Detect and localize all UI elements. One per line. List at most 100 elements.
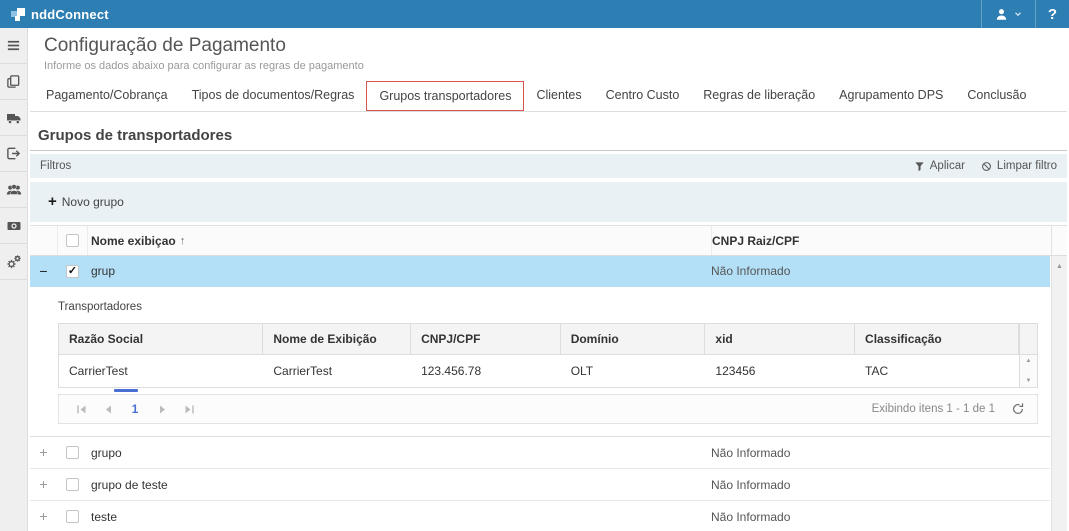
wizard-tabs: Pagamento/Cobrança Tipos de documentos/R…: [30, 81, 1067, 112]
vertical-scrollbar[interactable]: ▲: [1051, 256, 1067, 531]
new-group-label: Novo grupo: [62, 195, 124, 209]
row-checkbox-checked[interactable]: ✓: [66, 265, 79, 278]
col-razao-social[interactable]: Razão Social: [59, 324, 263, 354]
apply-filter-label: Aplicar: [930, 160, 965, 172]
row-checkbox[interactable]: [66, 510, 79, 523]
tab-conclusao[interactable]: Conclusão: [955, 81, 1038, 111]
header-nome-label: Nome exibiçao: [91, 234, 176, 248]
group-row-teste[interactable]: + teste Não Informado: [30, 501, 1050, 531]
app-layout: Configuração de Pagamento Informe os dad…: [0, 28, 1069, 531]
col-cnpj-cpf[interactable]: CNPJ/CPF: [411, 324, 561, 354]
header-cnpj-raiz-cpf[interactable]: CNPJ Raiz/CPF: [711, 226, 1051, 255]
tab-agrupamento-dps[interactable]: Agrupamento DPS: [827, 81, 955, 111]
carriers-vertical-scrollbar[interactable]: ▲ ▼: [1019, 355, 1037, 387]
tab-regras-liberacao[interactable]: Regras de liberação: [691, 81, 827, 111]
carrier-classificacao: TAC: [855, 355, 1019, 387]
carrier-nome-exibicao: CarrierTest: [263, 355, 411, 387]
row-checkbox[interactable]: [66, 478, 79, 491]
group-name: grupo: [88, 446, 710, 460]
settings-icon: [6, 254, 22, 270]
tab-clientes[interactable]: Clientes: [524, 81, 593, 111]
expand-row-button[interactable]: +: [30, 501, 58, 531]
carrier-row[interactable]: CarrierTest CarrierTest 123.456.78 OLT 1…: [59, 354, 1037, 387]
clear-filter-label: Limpar filtro: [997, 160, 1057, 172]
carriers-horizontal-scrollbar[interactable]: [58, 388, 1038, 394]
carriers-header-row: Razão Social Nome de Exibição CNPJ/CPF D…: [59, 324, 1037, 354]
brand-squares-icon: [10, 6, 26, 22]
col-nome-exibicao[interactable]: Nome de Exibição: [263, 324, 411, 354]
group-name: grupo de teste: [88, 478, 710, 492]
sidebar-item-billing[interactable]: [0, 208, 27, 244]
sidebar-item-transport[interactable]: [0, 100, 27, 136]
group-name: grup: [88, 264, 710, 278]
pager-status: Exibindo itens 1 - 1 de 1: [872, 402, 1025, 416]
header-cnpj-label: CNPJ Raiz/CPF: [712, 234, 799, 248]
scroll-up-icon[interactable]: ▲: [1026, 358, 1032, 364]
col-classificacao[interactable]: Classificação: [855, 324, 1019, 354]
collapse-row-button[interactable]: −: [30, 256, 58, 286]
user-icon: [994, 7, 1009, 22]
expand-row-button[interactable]: +: [30, 437, 58, 468]
left-sidebar: [0, 28, 28, 531]
group-cnpj: Não Informado: [710, 469, 1050, 500]
col-xid[interactable]: xid: [705, 324, 855, 354]
last-page-button[interactable]: [179, 401, 199, 417]
money-icon: [6, 218, 22, 234]
group-row-grup[interactable]: − ✓ grup Não Informado: [30, 256, 1050, 287]
row-checkbox[interactable]: [66, 446, 79, 459]
tab-centro-custo[interactable]: Centro Custo: [594, 81, 692, 111]
carriers-scroll-spacer: [1019, 324, 1037, 354]
page-number-current[interactable]: 1: [125, 402, 145, 416]
help-button[interactable]: ?: [1035, 0, 1069, 28]
select-all-checkbox[interactable]: [66, 234, 79, 247]
page-header: Configuração de Pagamento Informe os dad…: [44, 35, 1067, 72]
horizontal-scroll-thumb[interactable]: [114, 389, 138, 392]
sidebar-item-users[interactable]: [0, 172, 27, 208]
grid-toolbar: + Novo grupo: [30, 182, 1067, 222]
refresh-icon: [1011, 402, 1025, 416]
tab-grupos-transportadores[interactable]: Grupos transportadores: [366, 81, 524, 111]
carrier-razao-social: CarrierTest: [59, 355, 263, 387]
carriers-pagination: 1 E: [58, 394, 1038, 424]
clear-filter-button[interactable]: Limpar filtro: [981, 160, 1057, 172]
group-row-grupo-de-teste[interactable]: + grupo de teste Não Informado: [30, 469, 1050, 501]
group-row-grupo[interactable]: + grupo Não Informado: [30, 437, 1050, 469]
sidebar-item-export[interactable]: [0, 136, 27, 172]
sidebar-item-documents[interactable]: [0, 64, 27, 100]
scroll-up-icon[interactable]: ▲: [1052, 263, 1067, 270]
col-dominio[interactable]: Domínio: [561, 324, 706, 354]
circle-slash-icon: [981, 161, 992, 172]
next-page-icon: [157, 404, 168, 415]
main-content: Configuração de Pagamento Informe os dad…: [28, 28, 1069, 531]
users-icon: [6, 182, 22, 198]
user-menu-button[interactable]: [981, 0, 1035, 28]
new-group-button[interactable]: + Novo grupo: [48, 195, 124, 209]
apply-filter-button[interactable]: Aplicar: [914, 160, 965, 172]
expand-row-button[interactable]: +: [30, 469, 58, 500]
previous-page-button[interactable]: [98, 401, 118, 417]
menu-icon: [6, 38, 21, 53]
tab-tipos-documentos-regras[interactable]: Tipos de documentos/Regras: [180, 81, 367, 111]
filter-bar: Filtros Aplicar Limpar filtro: [30, 154, 1067, 178]
topbar: nddConnect ?: [0, 0, 1069, 28]
sidebar-item-settings[interactable]: [0, 244, 27, 280]
brand-name: nddConnect: [31, 7, 109, 22]
header-nome-exibicao[interactable]: Nome exibiçao ↑: [88, 234, 711, 248]
group-cnpj: Não Informado: [710, 256, 1050, 286]
refresh-button[interactable]: [1011, 402, 1025, 416]
scroll-down-icon[interactable]: ▼: [1026, 378, 1032, 384]
section-title: Grupos de transportadores: [38, 127, 232, 144]
filters-label: Filtros: [40, 160, 71, 172]
detail-title: Transportadores: [58, 301, 1038, 313]
next-page-button[interactable]: [152, 401, 172, 417]
carrier-dominio: OLT: [561, 355, 706, 387]
header-scroll-spacer: [1051, 226, 1067, 255]
tab-pagamento-cobranca[interactable]: Pagamento/Cobrança: [34, 81, 180, 111]
plus-icon: +: [48, 196, 57, 208]
app-logo[interactable]: nddConnect: [0, 0, 119, 28]
pager-buttons: 1: [71, 401, 199, 417]
sidebar-menu-toggle[interactable]: [0, 28, 27, 64]
page-subtitle: Informe os dados abaixo para configurar …: [44, 60, 1067, 72]
documents-icon: [6, 74, 21, 89]
first-page-button[interactable]: [71, 401, 91, 417]
